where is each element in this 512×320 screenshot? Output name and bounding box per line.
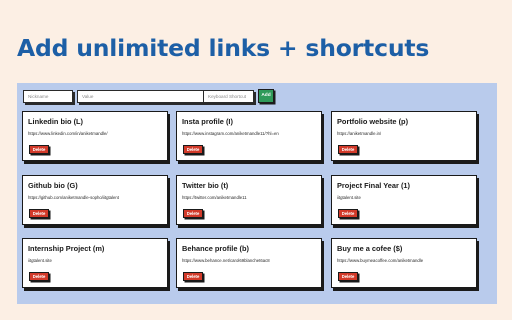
link-card[interactable]: Project Final Year (1) iitgtalent.site D… bbox=[331, 175, 477, 225]
link-title: Internship Project (m) bbox=[28, 244, 105, 253]
link-card[interactable]: Behance profile (b) https://www.behance.… bbox=[176, 238, 322, 288]
delete-button[interactable]: Delete bbox=[29, 209, 49, 218]
delete-button[interactable]: Delete bbox=[338, 145, 358, 154]
delete-button[interactable]: Delete bbox=[183, 145, 203, 154]
delete-button[interactable]: Delete bbox=[29, 145, 49, 154]
page-headline: Add unlimited links + shortcuts bbox=[17, 34, 430, 62]
link-title: Linkedin bio (L) bbox=[28, 117, 84, 126]
link-url: https://www.buymeacoffee.com/aniketmandl… bbox=[337, 258, 424, 263]
delete-button[interactable]: Delete bbox=[183, 272, 203, 281]
link-card[interactable]: Internship Project (m) iitgtalent.site D… bbox=[22, 238, 168, 288]
nickname-input[interactable]: Nickname bbox=[23, 90, 73, 103]
link-url: https://www.linkedin.com/in/aniketmandle… bbox=[28, 131, 108, 136]
link-card[interactable]: Twitter bio (t) https://twitter.com/anik… bbox=[176, 175, 322, 225]
link-card[interactable]: Portfolio website (p) https://aniketmand… bbox=[331, 111, 477, 161]
link-title: Twitter bio (t) bbox=[182, 181, 229, 190]
link-url: https://www.instagram.com/aniketmandle11… bbox=[182, 131, 279, 136]
delete-button[interactable]: Delete bbox=[183, 209, 203, 218]
link-card[interactable]: Github bio (G) https://github.com/aniket… bbox=[22, 175, 168, 225]
link-title: Behance profile (b) bbox=[182, 244, 249, 253]
link-url: iitgtalent.site bbox=[337, 195, 361, 200]
link-title: Insta profile (I) bbox=[182, 117, 233, 126]
link-url: iitgtalent.site bbox=[28, 258, 52, 263]
delete-button[interactable]: Delete bbox=[338, 272, 358, 281]
link-card[interactable]: Linkedin bio (L) https://www.linkedin.co… bbox=[22, 111, 168, 161]
delete-button[interactable]: Delete bbox=[338, 209, 358, 218]
delete-button[interactable]: Delete bbox=[29, 272, 49, 281]
link-url: https://twitter.com/aniketmandle11 bbox=[182, 195, 247, 200]
shortcuts-panel: Nickname Value Keyboard Shortcut Add Lin… bbox=[17, 83, 497, 304]
link-card[interactable]: Buy me a cofee ($) https://www.buymeacof… bbox=[331, 238, 477, 288]
link-url: https://aniketmandle.in/ bbox=[337, 131, 382, 136]
link-card[interactable]: Insta profile (I) https://www.instagram.… bbox=[176, 111, 322, 161]
value-input[interactable]: Value bbox=[77, 90, 219, 103]
link-url: https://github.com/aniketmandle-sopho/ii… bbox=[28, 195, 120, 200]
link-title: Portfolio website (p) bbox=[337, 117, 409, 126]
keyboard-shortcut-input[interactable]: Keyboard Shortcut bbox=[203, 90, 254, 103]
link-title: Project Final Year (1) bbox=[337, 181, 410, 190]
link-url: https://www.behance.net/carol69blanchet6… bbox=[182, 258, 270, 263]
link-title: Github bio (G) bbox=[28, 181, 78, 190]
link-title: Buy me a cofee ($) bbox=[337, 244, 403, 253]
add-button[interactable]: Add bbox=[258, 89, 274, 103]
